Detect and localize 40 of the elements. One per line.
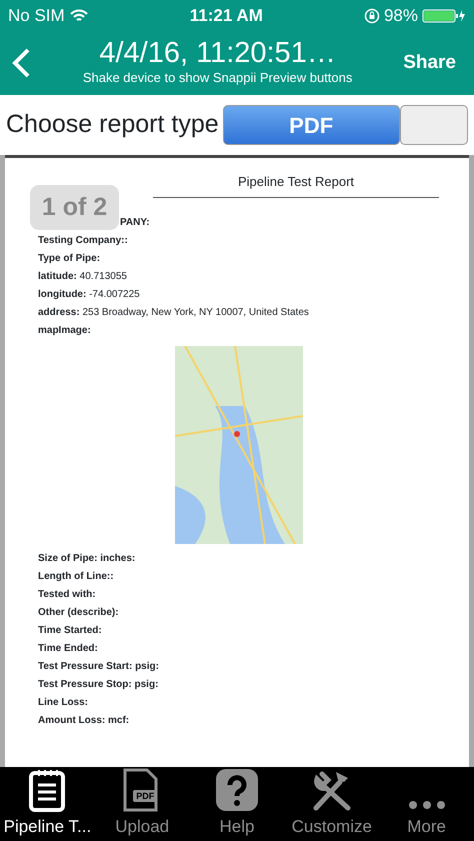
report-field: Test Pressure Start: psig:	[38, 658, 439, 676]
report-field: Size of Pipe: inches:	[38, 550, 439, 568]
tab-bar-item[interactable]: More	[379, 767, 474, 841]
report-field: Time Started:	[38, 622, 439, 640]
tab-bar-item[interactable]: Customize	[284, 767, 380, 841]
hint-text: Shake device to show Snappii Preview buttons	[82, 68, 352, 87]
report-field: Type of Pipe:	[38, 250, 439, 268]
report-field: Time Ended:	[38, 640, 439, 658]
carrier-text: No SIM	[8, 4, 65, 27]
report-field: Testing Company::	[38, 232, 439, 250]
clock-text: 11:21 AM	[190, 4, 263, 27]
back-button[interactable]	[10, 47, 32, 79]
report-field: address: 253 Broadway, New York, NY 10007, United States	[38, 304, 439, 322]
report-field: Amount Loss: mcf:	[38, 712, 439, 730]
report-field: mapImage:	[38, 322, 439, 340]
report-field: Line Loss:	[38, 694, 439, 712]
document-title: Pipeline Test Report	[153, 166, 439, 198]
page-counter: 1 of 2	[30, 185, 119, 230]
report-title: 4/4/16, 11:20:51…	[99, 38, 336, 68]
share-button[interactable]: Share	[403, 48, 456, 78]
report-field: Test Pressure Stop: psig:	[38, 676, 439, 694]
report-field: Length of Line::	[38, 568, 439, 586]
report-field: PANY:	[120, 214, 150, 232]
tab-bar-item[interactable]: Help	[190, 767, 284, 841]
wifi-icon	[68, 8, 89, 23]
report-field: Other (describe):	[38, 604, 439, 622]
pdf-label: PDF	[133, 790, 158, 802]
report-type-label: Choose report type	[6, 109, 219, 140]
report-field: latitude: 40.713055	[38, 268, 439, 286]
report-type-segment[interactable]: PDF	[222, 105, 400, 145]
battery-icon	[422, 8, 466, 24]
back-icon	[10, 47, 32, 79]
rotation-lock-icon	[364, 8, 380, 24]
report-field: Tested with:	[38, 586, 439, 604]
report-type-segment[interactable]	[400, 105, 468, 145]
notepad-icon	[27, 768, 68, 812]
tab-bar-item[interactable]: PDF Upload	[94, 767, 190, 841]
report-field: longitude: -74.007225	[38, 286, 439, 304]
tab-bar-item[interactable]: Pipeline T...	[0, 767, 95, 841]
battery-percent: 98%	[384, 4, 418, 27]
